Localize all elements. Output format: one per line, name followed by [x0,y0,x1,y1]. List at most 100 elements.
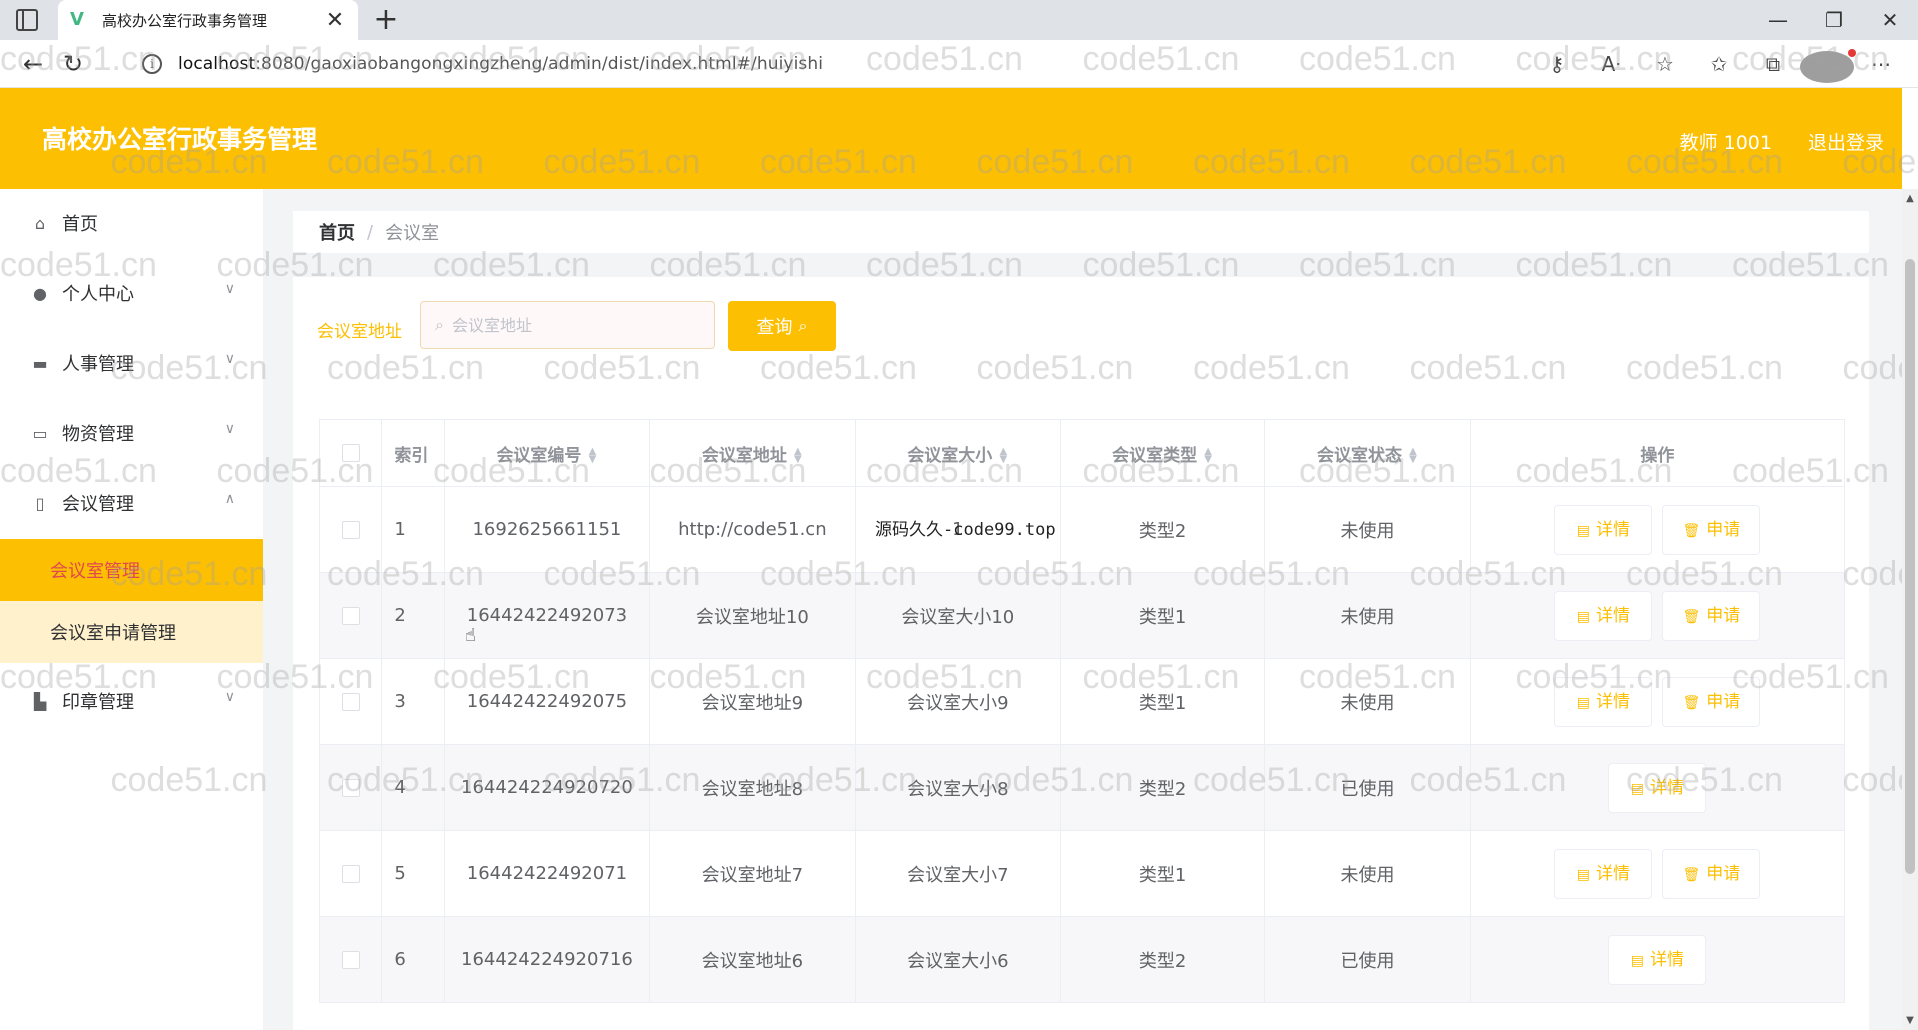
detail-button[interactable]: ▤ 详情 [1608,934,1707,985]
sidebar-item-personal-center[interactable]: ● 个人中心 ∨ [0,265,263,321]
main-content: 首页 / 会议室 会议室地址 ⌕ 查询 ⌕ 索引 会议室编号 ▲▼ 会议室地址 ▲▼ [263,189,1902,1030]
url-text: localhost:8080/gaoxiaobangongxingzheng/a… [178,54,823,74]
column-header-status[interactable]: 会议室状态 ▲ ▼ [1264,419,1471,487]
profile-icon[interactable] [1800,48,1856,83]
button-label: 详情 [1595,691,1630,712]
cell-actions: ▤ 详情 [1469,916,1846,1003]
search-field[interactable]: ⌕ [420,301,715,349]
sort-icon[interactable]: ▲ ▼ [1408,446,1418,464]
scroll-up-icon[interactable]: ▲ [1904,193,1916,204]
cell-type: 类型1 [1060,572,1266,659]
tab-close-icon[interactable]: ✕ [324,8,346,33]
column-header-code[interactable]: 会议室编号 ▲ ▼ [443,419,651,487]
row-checkbox[interactable] [341,779,360,797]
column-header-label: 会议室类型 [1112,445,1198,466]
cell-code: 16442422492071 [443,830,651,917]
restore-icon[interactable]: ❐ [1806,0,1862,40]
sidebar-item-home[interactable]: ⌂ 首页 [0,195,263,251]
sort-icon[interactable]: ▲ ▼ [998,446,1008,464]
query-button[interactable]: 查询 ⌕ [728,301,836,351]
document-icon: ▤ [1576,694,1590,711]
cell-actions: ▤ 详情 🗑 申请 [1469,658,1846,745]
breadcrumb-home[interactable]: 首页 [319,219,355,245]
url-field[interactable]: i localhost:8080/gaoxiaobangongxingzheng… [128,46,1680,82]
key-icon[interactable]: ⚷ [1530,48,1584,80]
column-header-size[interactable]: 会议室大小 ▲ ▼ [854,419,1062,487]
table-row: 4 164424224920720 会议室地址8 会议室大小8 类型2 已使用 ▤ 详情 [318,744,1846,831]
window-close-icon[interactable]: ✕ [1862,0,1918,40]
table-row: 3 16442422492075 会议室地址9 会议室大小9 类型1 未使用 ▤ 详情 🗑 申请 [318,658,1846,745]
sort-icon[interactable]: ▲ ▼ [1203,446,1213,464]
sidebar-item-hr[interactable]: ▬ 人事管理 ∨ [0,335,263,391]
cell-type: 类型1 [1060,658,1266,745]
checkbox-cell [318,916,383,1003]
cell-code: 16442422492075 [443,658,651,745]
minimize-icon[interactable]: — [1750,0,1806,40]
back-arrow-icon[interactable]: ← [16,48,50,80]
cell-index: 5 [381,830,445,917]
logout-link[interactable]: 退出登录 [1808,128,1884,155]
browser-tab-bar: V 高校办公室行政事务管理 ✕ + — ❐ ✕ [0,0,1918,40]
row-checkbox[interactable] [341,521,360,539]
detail-button[interactable]: ▤ 详情 [1554,848,1653,899]
cell-status: 未使用 [1264,830,1471,917]
refresh-icon[interactable]: ↻ [56,48,90,80]
sidebar: ⌂ 首页 ● 个人中心 ∨ ▬ 人事管理 ∨ ▭ 物资管理 ∨ ▯ 会议管理 ∧… [0,189,263,1030]
cell-size: 会议室大小9 [854,658,1062,745]
document-icon: ▤ [1576,522,1590,539]
scroll-thumb[interactable] [1905,259,1915,874]
favorite-add-icon[interactable]: ☆ [1638,48,1692,80]
search-input[interactable] [451,315,692,335]
detail-button[interactable]: ▤ 详情 [1554,504,1653,555]
apply-button[interactable]: 🗑 申请 [1662,504,1761,555]
table-row: 2 16442422492073 会议室地址10 会议室大小10 类型1 未使用 ▤ 详情 🗑 申… [318,572,1846,659]
cell-index: 2 [381,572,445,659]
sidebar-item-materials[interactable]: ▭ 物资管理 ∨ [0,405,263,461]
button-label: 详情 [1595,605,1630,626]
select-all-checkbox[interactable] [341,444,360,462]
button-label: 申请 [1706,863,1741,884]
row-checkbox[interactable] [341,951,360,969]
sidebar-subitem-label: 会议室申请管理 [50,623,176,644]
row-checkbox[interactable] [341,865,360,883]
page-scrollbar[interactable]: ▲ ▼ [1902,189,1918,1030]
more-icon[interactable]: ⋯ [1854,48,1908,80]
card-icon: ▭ [32,423,48,443]
read-aloud-icon[interactable]: Aᐧ [1584,48,1638,80]
new-tab-button[interactable]: + [368,2,404,38]
info-icon[interactable]: i [142,54,162,74]
sort-icon[interactable]: ▲ ▼ [793,446,803,464]
row-checkbox[interactable] [341,693,360,711]
column-header-address[interactable]: 会议室地址 ▲ ▼ [649,419,856,487]
content-card: 会议室地址 ⌕ 查询 ⌕ 索引 会议室编号 ▲▼ 会议室地址 ▲▼ 会议室大小 ▲▼ … [293,277,1869,1030]
detail-button[interactable]: ▤ 详情 [1554,676,1653,727]
sidebar-subitem-meeting-apply[interactable]: 会议室申请管理 [0,601,263,663]
collections-icon[interactable]: ⧉ [1746,48,1800,80]
cell-type: 类型2 [1060,744,1266,831]
document-icon: ▤ [1576,608,1590,625]
column-header-type[interactable]: 会议室类型 ▲ ▼ [1060,419,1266,487]
table-row: 5 16442422492071 会议室地址7 会议室大小7 类型1 未使用 ▤ 详情 🗑 申请 [318,830,1846,917]
apply-button[interactable]: 🗑 申请 [1662,848,1761,899]
trash-icon: 🗑 [1682,866,1701,883]
address-bar: ← ↻ i localhost:8080/gaoxiaobangongxingz… [0,40,1918,88]
row-checkbox[interactable] [341,607,360,625]
detail-button[interactable]: ▤ 详情 [1608,762,1707,813]
detail-button[interactable]: ▤ 详情 [1554,590,1653,641]
tab-actions-icon[interactable] [16,9,38,31]
cell-status: 未使用 [1264,658,1471,745]
favorites-icon[interactable]: ✩ [1692,48,1746,80]
button-label: 申请 [1706,691,1741,712]
button-label: 详情 [1595,863,1630,884]
browser-tab[interactable]: V 高校办公室行政事务管理 ✕ [58,0,358,40]
apply-button[interactable]: 🗑 申请 [1662,676,1761,727]
sort-icon[interactable]: ▲ ▼ [587,446,597,464]
sidebar-subitem-meeting-room[interactable]: 会议室管理 [0,539,263,601]
apply-button[interactable]: 🗑 申请 [1662,590,1761,641]
sidebar-item-meeting[interactable]: ▯ 会议管理 ∧ [0,475,263,531]
sidebar-item-stamp[interactable]: ▙ 印章管理 ∨ [0,673,263,729]
cell-index: 3 [381,658,445,745]
sidebar-item-label: 物资管理 [62,424,134,445]
scroll-down-icon[interactable]: ▼ [1904,1015,1916,1026]
search-icon: ⌕ [435,315,444,334]
